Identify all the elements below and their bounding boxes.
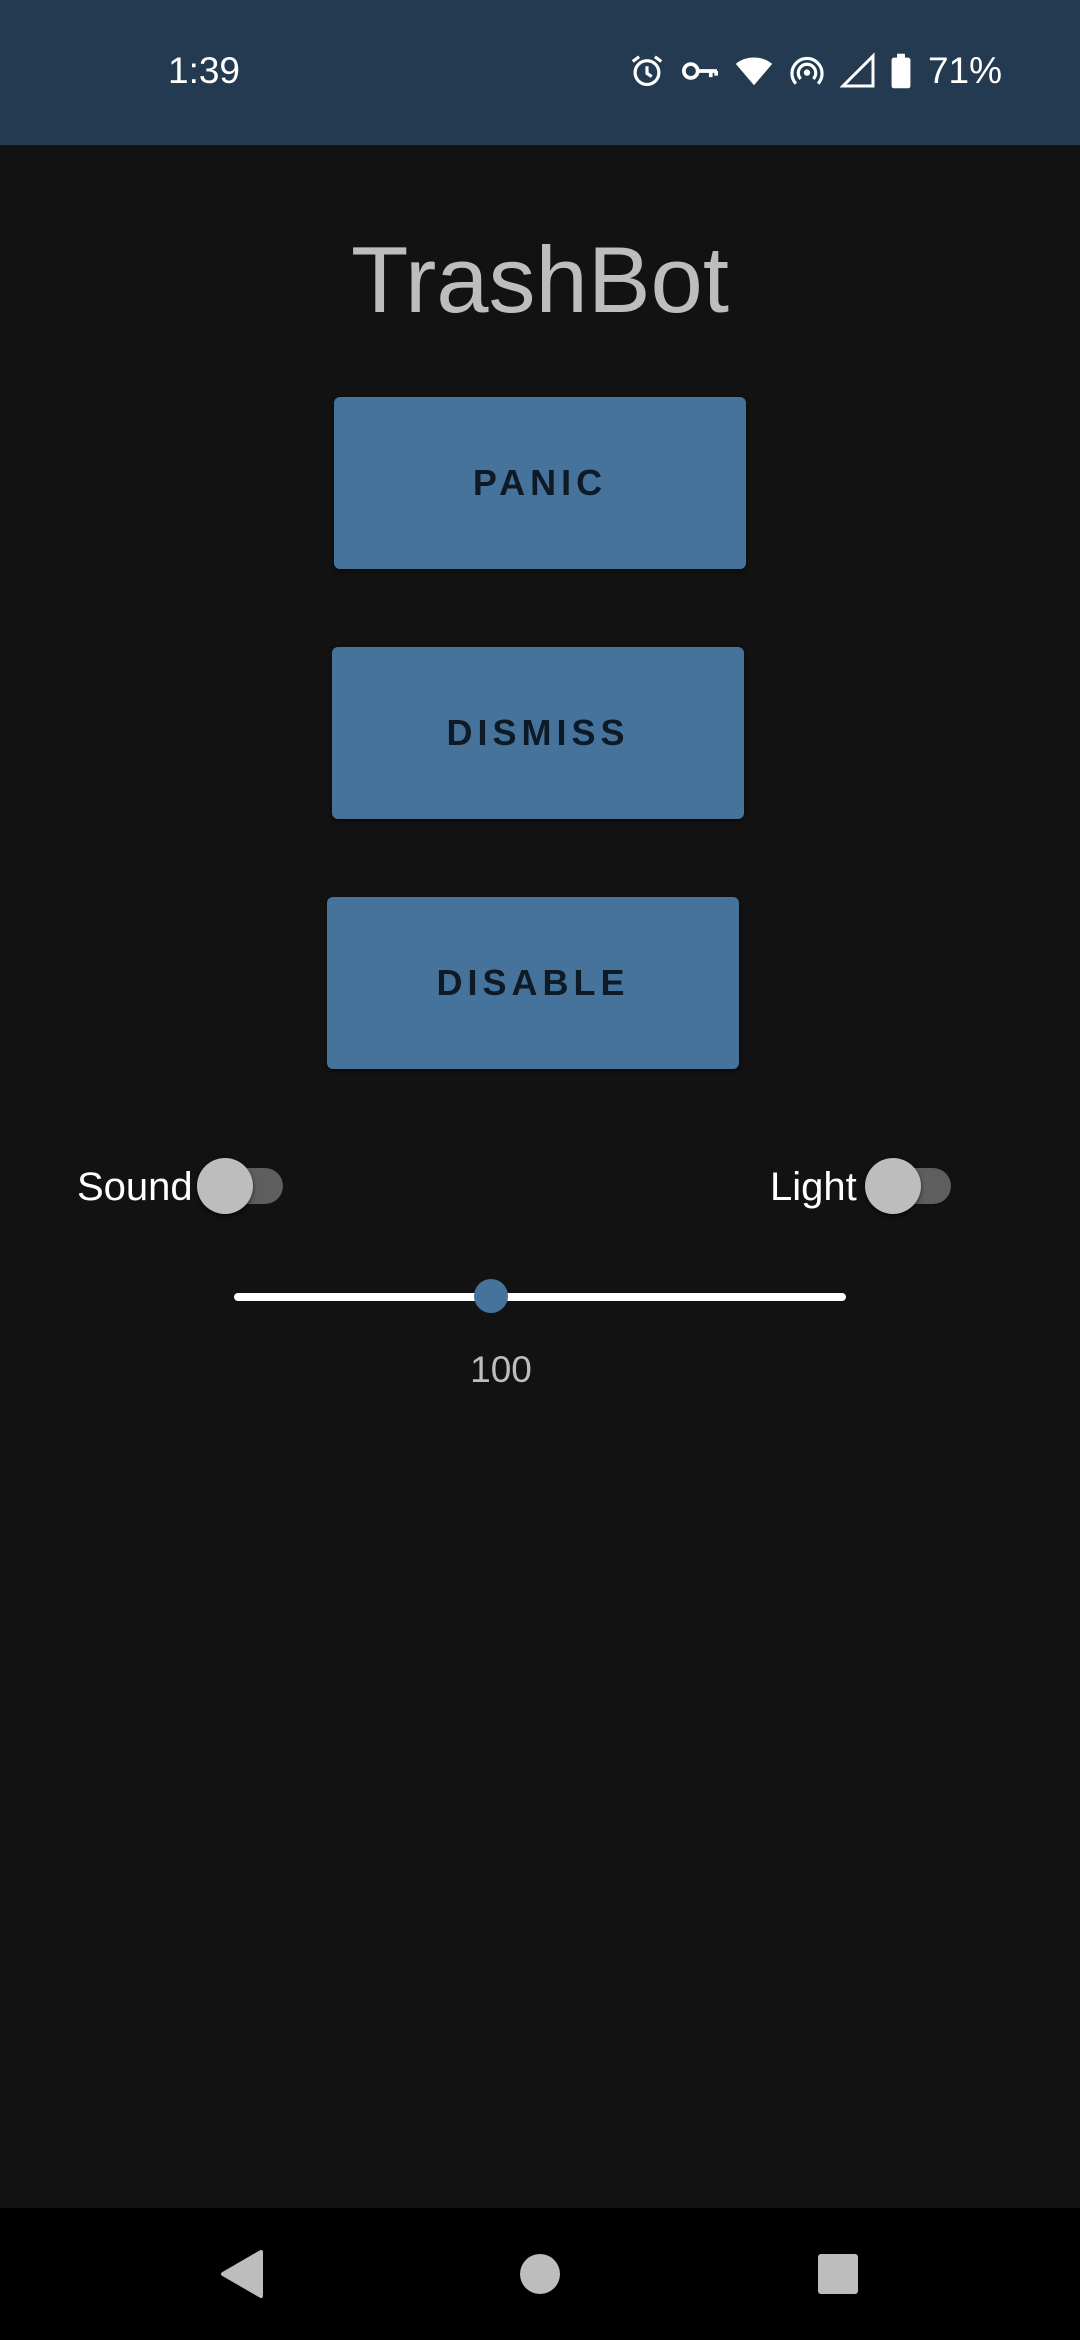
app-title: TrashBot [351,227,729,332]
slider-value: 100 [470,1349,532,1390]
sound-label: Sound [77,1165,193,1209]
recents-icon [818,2254,858,2294]
dismiss-button[interactable]: DISMISS [332,647,744,819]
recents-button[interactable] [772,2208,904,2340]
slider-track[interactable] [234,1293,846,1301]
vpn-key-icon [680,52,720,90]
signal-icon [839,52,876,90]
alarm-icon [628,52,666,90]
back-icon [221,2250,263,2298]
slider-thumb[interactable] [474,1279,509,1313]
navigation-bar [0,2208,1080,2340]
home-button[interactable] [474,2208,606,2340]
hotspot-icon [788,52,826,90]
battery-icon [890,52,912,90]
wifi-icon [734,52,774,90]
back-button[interactable] [176,2208,308,2340]
sound-switch-thumb[interactable] [197,1158,253,1214]
status-icons: 71% [628,46,1002,96]
light-switch-thumb[interactable] [865,1158,921,1214]
disable-button[interactable]: DISABLE [327,897,739,1069]
light-label: Light [770,1165,857,1209]
sound-switch[interactable] [197,1158,289,1214]
home-icon [520,2254,560,2294]
panic-button[interactable]: PANIC [334,397,746,569]
battery-percentage: 71% [927,50,1002,91]
light-switch[interactable] [865,1158,957,1214]
level-slider[interactable] [234,1270,846,1322]
status-time: 1:39 [168,50,241,91]
status-bar: 1:39 71% [0,0,1080,145]
screen: 1:39 71% TrashBot PANIC DISMISS DISABLE … [0,0,1080,2340]
